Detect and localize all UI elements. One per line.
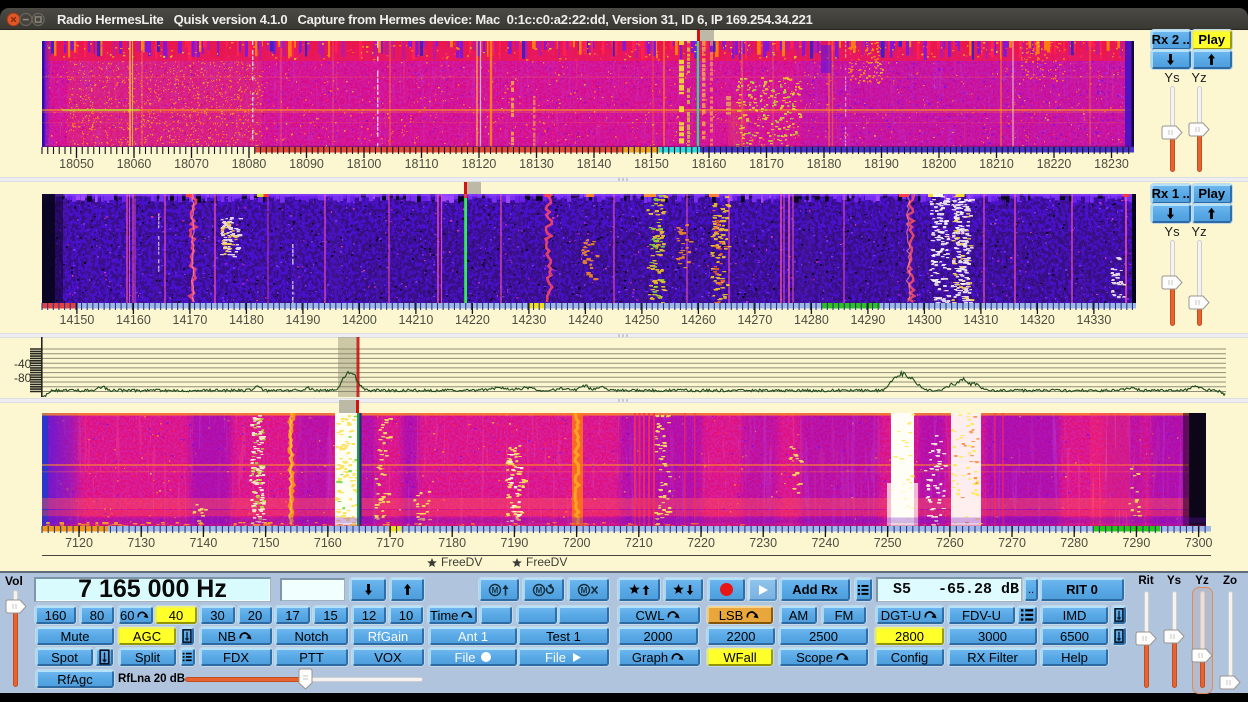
- svg-text:M: M: [536, 585, 543, 594]
- svg-text:M: M: [491, 585, 498, 594]
- svg-text:M: M: [581, 585, 588, 594]
